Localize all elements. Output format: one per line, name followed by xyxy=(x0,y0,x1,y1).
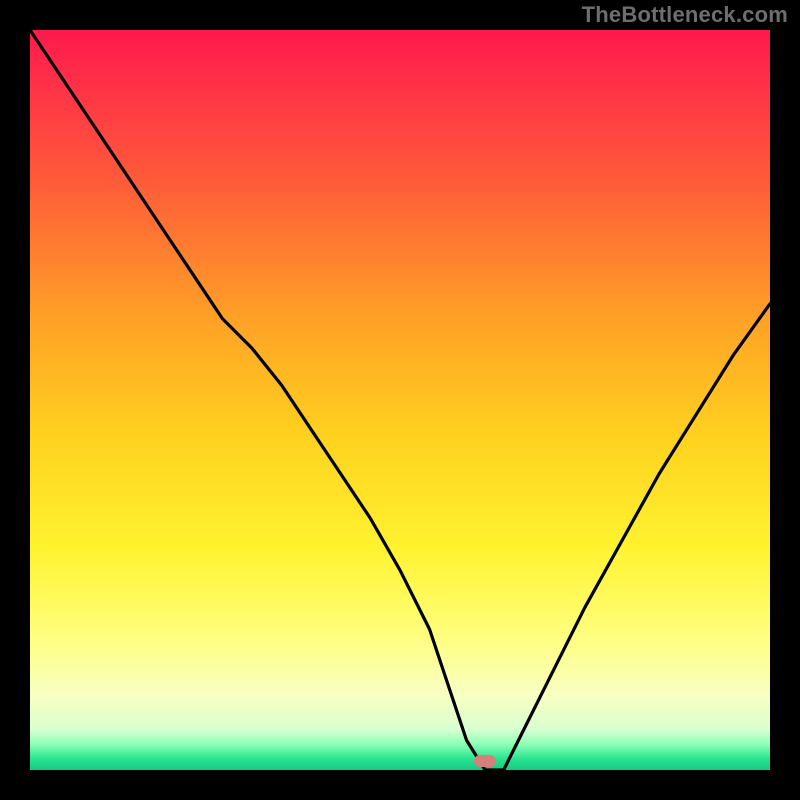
background-gradient xyxy=(30,30,770,770)
plot-area xyxy=(30,30,770,770)
chart-frame: TheBottleneck.com xyxy=(0,0,800,800)
optimal-marker xyxy=(474,755,496,767)
watermark-label: TheBottleneck.com xyxy=(582,2,788,28)
